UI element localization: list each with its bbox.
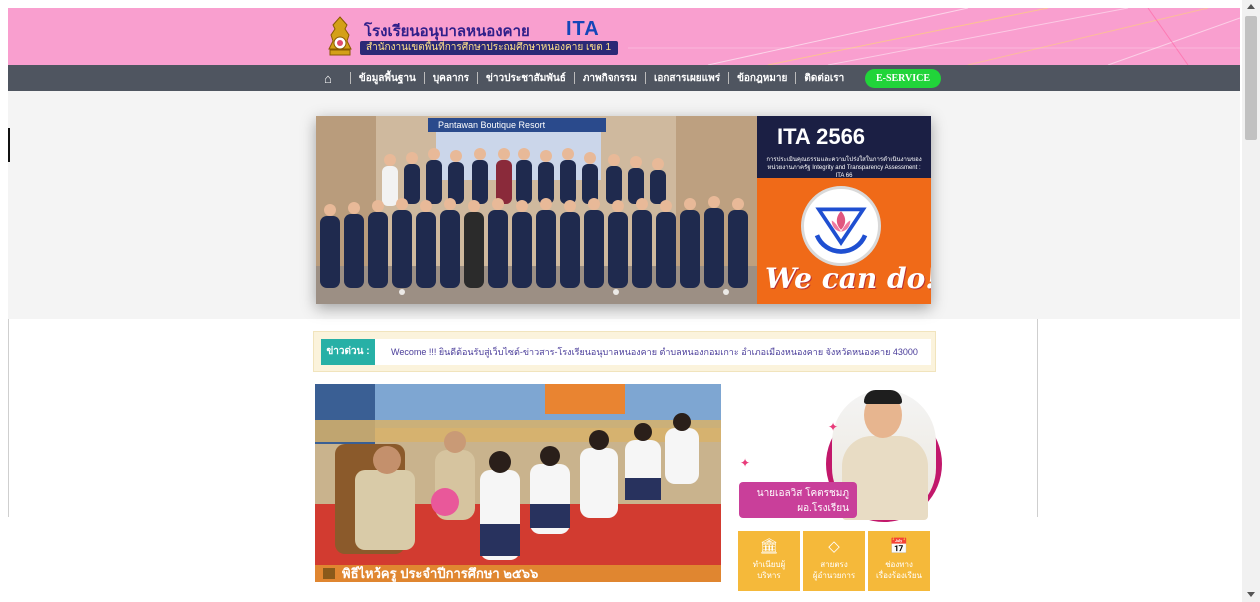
- service-label: ทำเนียบผู้: [752, 560, 786, 569]
- site-header: โรงเรียนอนุบาลหนองคาย สำนักงานเขตพื้นที่…: [8, 8, 1240, 65]
- nav-divider: [477, 72, 479, 84]
- text-cursor: [8, 128, 10, 162]
- banner-sign: Pantawan Boutique Resort: [428, 118, 606, 132]
- nav-divider: [728, 72, 730, 84]
- page-scrollbar[interactable]: [1242, 0, 1260, 602]
- ita-2566-block: ITA 2566 การประเมินคุณธรรมและความโปร่งใส…: [757, 116, 931, 179]
- eservice-button[interactable]: E-SERVICE: [865, 69, 941, 88]
- school-emblem: [801, 186, 881, 266]
- content-border-right: [1037, 319, 1038, 517]
- main-nav: ⌂ ข้อมูลพื้นฐาน บุคลากร ข่าวประชาสัมพันธ…: [8, 65, 1240, 91]
- school-name[interactable]: โรงเรียนอนุบาลหนองคาย: [364, 19, 530, 43]
- nav-divider: [423, 72, 425, 84]
- nav-divider: [573, 72, 575, 84]
- complaint-channel-button[interactable]: 📅 ช่องทาง เรื่องร้องเรียน: [868, 531, 930, 591]
- sparkle-icon: ✦: [740, 456, 751, 470]
- slogan: We can do!!: [765, 262, 931, 295]
- header-decoration: [628, 8, 1240, 65]
- scrollbar-thumb[interactable]: [1245, 16, 1257, 140]
- office-name-banner: สำนักงานเขตพื้นที่การศึกษาประถมศึกษาหนอง…: [360, 41, 618, 55]
- ceremony-photo: [315, 384, 721, 582]
- banner-slider[interactable]: Pantawan Boutique Resort ITA 2566 การประ…: [316, 116, 931, 304]
- service-label: บริหาร: [757, 571, 781, 580]
- nav-item-gallery[interactable]: ภาพกิจกรรม: [583, 71, 637, 86]
- news-ticker: ข่าวด่วน : Wecome !!! ยินดีต้อนรับสู่เว็…: [313, 331, 936, 372]
- service-label: เรื่องร้องเรียน: [876, 571, 922, 580]
- nav-item-contact[interactable]: ติดต่อเรา: [804, 71, 844, 86]
- director-hotline-button[interactable]: ◇ สายตรง ผู้อำนวยการ: [803, 531, 865, 591]
- office-name: สำนักงานเขตพื้นที่การศึกษาประถมศึกษาหนอง…: [366, 42, 612, 53]
- nav-divider: [795, 72, 797, 84]
- ticker-box: ข่าวด่วน : Wecome !!! ยินดีต้อนรับสู่เว็…: [321, 339, 931, 365]
- nav-item-news[interactable]: ข่าวประชาสัมพันธ์: [486, 71, 566, 86]
- ita-year: ITA 2566: [777, 124, 866, 149]
- ita-logo[interactable]: ITA: [566, 18, 600, 41]
- calendar-icon: 📅: [889, 538, 909, 555]
- group-photo: Pantawan Boutique Resort: [316, 116, 757, 304]
- content-border-left: [8, 319, 9, 517]
- ticker-text[interactable]: Wecome !!! ยินดีต้อนรับสู่เว็บไซต์-ข่าวส…: [391, 339, 918, 365]
- ita-panel: ITA 2566 การประเมินคุณธรรมและความโปร่งใส…: [757, 116, 931, 304]
- nav-item-documents[interactable]: เอกสารเผยแพร่: [654, 71, 720, 86]
- director-hair: [864, 390, 902, 404]
- diamond-icon: ◇: [828, 538, 840, 555]
- ita-logo-text: ITA: [566, 18, 600, 40]
- service-label: ผู้อำนวยการ: [812, 571, 856, 580]
- sparkle-icon: ✦: [828, 420, 839, 434]
- group-photo-drawing: [316, 116, 757, 304]
- school-logo[interactable]: [325, 15, 355, 57]
- nav-divider: [644, 72, 646, 84]
- executive-directory-button[interactable]: 🏛 ทำเนียบผู้ บริหาร: [738, 531, 800, 591]
- nav-item-law[interactable]: ข้อกฎหมาย: [737, 71, 787, 86]
- director-name: นายเอลวิส โคตรชมภู: [756, 488, 849, 499]
- page: โรงเรียนอนุบาลหนองคาย สำนักงานเขตพื้นที่…: [0, 0, 1260, 602]
- scroll-up-arrow-icon[interactable]: [1247, 4, 1255, 9]
- bank-icon: 🏛: [759, 538, 779, 555]
- ita-subtitle: การประเมินคุณธรรมและความโปร่งใสในการดำเน…: [766, 157, 922, 179]
- featured-news-image[interactable]: พิธีไหว้ครู ประจำปีการศึกษา ๒๕๖๖: [315, 384, 721, 582]
- nav-item-personnel[interactable]: บุคลากร: [433, 71, 469, 86]
- service-label: สายตรง: [820, 560, 848, 569]
- breaking-news-label: ข่าวด่วน :: [321, 339, 375, 365]
- news-caption[interactable]: พิธีไหว้ครู ประจำปีการศึกษา ๒๕๖๖: [342, 565, 538, 582]
- nav-divider: [349, 72, 351, 84]
- caption-icon: [323, 568, 335, 579]
- scroll-down-arrow-icon[interactable]: [1247, 592, 1255, 597]
- nav-items: ⌂ ข้อมูลพื้นฐาน บุคลากร ข่าวประชาสัมพันธ…: [324, 65, 844, 91]
- director-position: ผอ.โรงเรียน: [797, 503, 849, 514]
- nav-item-basic-info[interactable]: ข้อมูลพื้นฐาน: [359, 71, 416, 86]
- director-card[interactable]: ✦ ✦ นายเอลวิส โคตรชมภู ผอ.โรงเรียน: [738, 384, 942, 528]
- director-name-tag: นายเอลวิส โคตรชมภู ผอ.โรงเรียน: [739, 482, 857, 518]
- service-label: ช่องทาง: [885, 560, 913, 569]
- home-icon[interactable]: ⌂: [324, 71, 342, 86]
